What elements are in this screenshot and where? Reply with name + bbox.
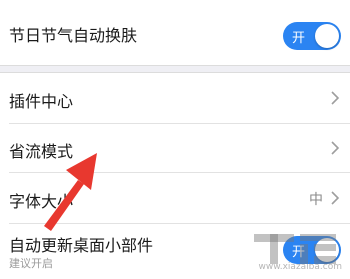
- chevron-right-icon: [331, 91, 340, 105]
- setting-label-widget-update: 自动更新桌面小部件: [9, 236, 154, 255]
- settings-group-main: 插件中心 省流模式 字体大小 中 自动更新桌面小部件 建议开启 开: [0, 72, 350, 279]
- settings-group-top: 节日节气自动换肤 开: [0, 0, 350, 66]
- festival-skin-toggle[interactable]: 开: [283, 22, 341, 50]
- setting-label-plugin-center: 插件中心: [9, 92, 74, 111]
- setting-row-plugin-center[interactable]: 插件中心: [0, 73, 350, 123]
- setting-label-font-size: 字体大小: [9, 192, 74, 211]
- setting-row-festival-skin[interactable]: 节日节气自动换肤 开: [0, 0, 350, 65]
- chevron-right-icon: [331, 141, 340, 155]
- setting-subtitle-widget-update: 建议开启: [9, 257, 53, 270]
- toggle-knob: [315, 238, 339, 262]
- setting-label-data-saver: 省流模式: [9, 142, 74, 161]
- setting-row-data-saver[interactable]: 省流模式: [0, 124, 350, 172]
- setting-row-font-size[interactable]: 字体大小 中: [0, 173, 350, 223]
- setting-label-festival-skin: 节日节气自动换肤: [9, 26, 138, 45]
- toggle-knob: [315, 24, 339, 48]
- widget-update-toggle[interactable]: 开: [283, 236, 341, 264]
- toggle-on-text: 开: [292, 245, 306, 260]
- font-size-value: 中: [309, 192, 323, 208]
- watermark-url: www.xiazaiba.com: [258, 262, 342, 272]
- chevron-right-icon: [331, 191, 340, 205]
- toggle-on-text: 开: [292, 31, 306, 46]
